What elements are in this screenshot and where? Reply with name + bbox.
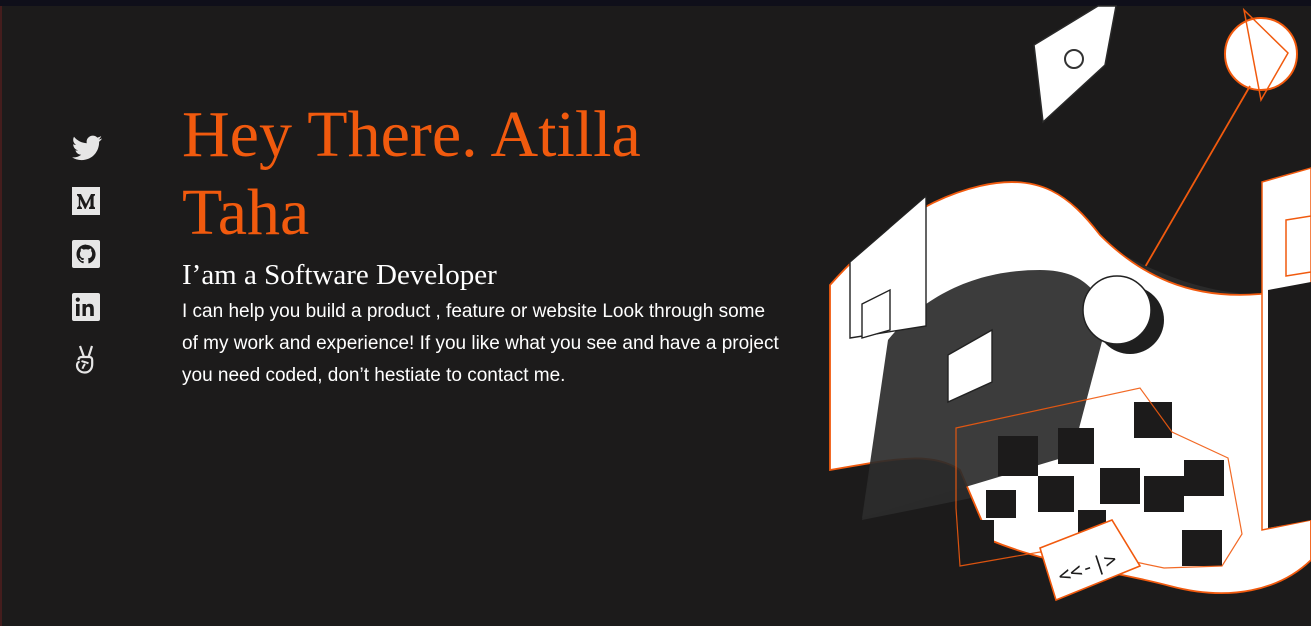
orange-circle	[1224, 17, 1298, 91]
hero-description: I can help you build a product , feature…	[182, 301, 779, 386]
medium-icon	[72, 187, 100, 215]
developer-illustration: <<-|>	[829, 5, 1311, 602]
floating-diamond	[1033, 5, 1117, 124]
hero-section: Hey There. Atilla Taha I’am a Software D…	[182, 96, 802, 392]
linkedin-icon	[72, 293, 100, 321]
twitter-link[interactable]	[66, 128, 106, 168]
github-link[interactable]	[66, 234, 106, 274]
hero-page: Hey There. Atilla Taha I’am a Software D…	[0, 0, 1311, 626]
right-panel-dark	[1268, 282, 1311, 528]
angellist-icon	[75, 345, 94, 374]
right-corner	[1285, 215, 1311, 277]
linkedin-link[interactable]	[66, 287, 106, 327]
twitter-icon	[72, 135, 103, 161]
center-circle	[1082, 275, 1152, 345]
left-edge-line	[0, 6, 2, 626]
hero-subtitle: I’am a Software Developer	[182, 259, 497, 291]
hero-title: Hey There. Atilla Taha	[182, 98, 641, 249]
github-icon	[72, 240, 100, 268]
medium-link[interactable]	[66, 181, 106, 221]
angellist-link[interactable]	[66, 340, 106, 380]
social-links	[66, 128, 108, 393]
